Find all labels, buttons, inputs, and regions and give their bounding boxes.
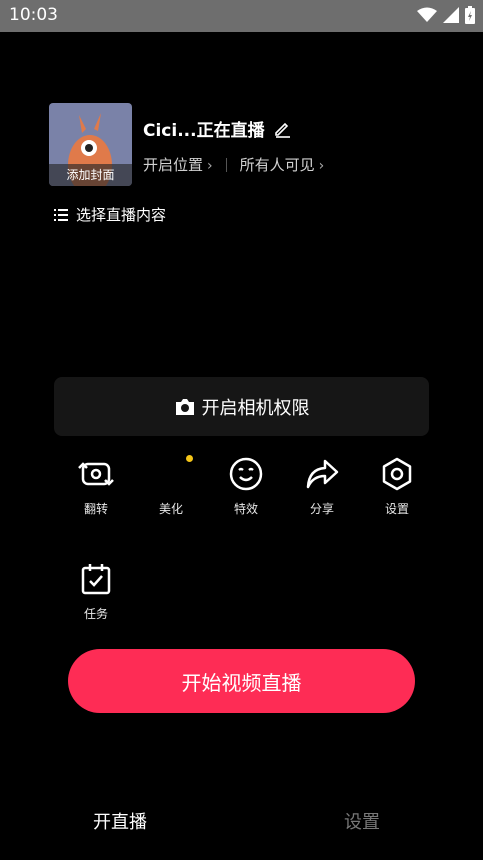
status-icons: [417, 6, 475, 24]
tool-settings-label: 设置: [384, 502, 409, 516]
tool-beauty-label: 美化: [158, 502, 183, 516]
wifi-icon: [417, 7, 437, 22]
camera-icon: [175, 398, 194, 415]
enable-camera-label: 开启相机权限: [201, 397, 310, 419]
settings-hexagon-icon: [382, 457, 412, 491]
tool-effects[interactable]: 特效: [216, 456, 276, 517]
visibility-toggle[interactable]: 所有人可见 ›: [240, 154, 325, 175]
tool-beauty[interactable]: 美化: [141, 456, 201, 517]
location-toggle[interactable]: 开启位置 ›: [143, 154, 213, 175]
select-live-content[interactable]: 选择直播内容: [54, 204, 166, 225]
share-arrow-icon: [306, 459, 339, 489]
meta-divider: [225, 157, 227, 172]
live-title: Cici...正在直播: [143, 121, 265, 141]
beauty-icon: [141, 456, 201, 492]
flip-camera-icon: [78, 462, 114, 486]
tool-effects-label: 特效: [233, 502, 258, 516]
list-icon: [54, 208, 68, 221]
location-label: 开启位置: [143, 156, 204, 174]
select-live-content-label: 选择直播内容: [76, 206, 167, 224]
tool-flip-label: 翻转: [83, 502, 108, 516]
effects-smiley-icon: [229, 457, 263, 491]
tool-settings[interactable]: 设置: [367, 456, 427, 517]
edit-pencil-icon[interactable]: [273, 120, 291, 138]
chevron-right-icon: ›: [207, 158, 213, 174]
live-title-row[interactable]: Cici...正在直播: [143, 116, 291, 141]
status-time: 10:03: [9, 5, 58, 25]
battery-icon: [465, 6, 475, 24]
live-meta-row: 开启位置 › 所有人可见 ›: [143, 154, 324, 175]
signal-icon: [443, 7, 459, 23]
tool-task[interactable]: 任务: [66, 561, 126, 622]
tab-go-live[interactable]: 开直播: [93, 808, 147, 834]
tool-flip[interactable]: 翻转: [66, 456, 126, 517]
tool-share-label: 分享: [309, 502, 334, 516]
cover-image[interactable]: 添加封面: [49, 103, 132, 186]
tool-task-label: 任务: [83, 607, 108, 621]
start-video-live-button[interactable]: 开始视频直播: [68, 649, 415, 713]
enable-camera-button[interactable]: 开启相机权限: [54, 377, 429, 436]
tool-share[interactable]: 分享: [292, 456, 352, 517]
task-checklist-icon: [81, 564, 111, 595]
tab-settings[interactable]: 设置: [344, 808, 380, 834]
new-indicator-dot: [186, 455, 193, 462]
visibility-label: 所有人可见: [239, 156, 315, 174]
status-bar: 10:03: [0, 0, 483, 32]
add-cover-label: 添加封面: [49, 164, 132, 186]
chevron-right-icon: ›: [318, 158, 325, 174]
